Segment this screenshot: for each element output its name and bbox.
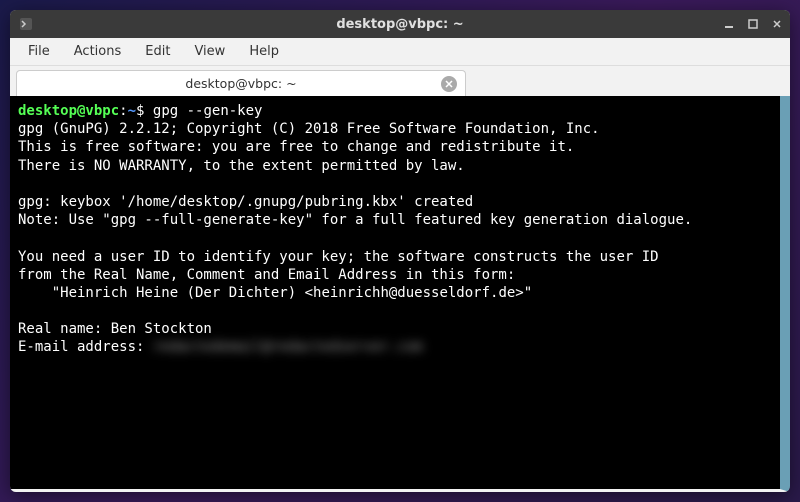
output-line: Note: Use "gpg --full-generate-key" for … bbox=[18, 212, 692, 228]
realname-value: Ben Stockton bbox=[111, 321, 212, 337]
output-line: "Heinrich Heine (Der Dichter) <heinrichh… bbox=[18, 285, 532, 301]
maximize-button[interactable] bbox=[746, 17, 760, 31]
close-button[interactable] bbox=[770, 17, 784, 31]
tabbar: desktop@vbpc: ~ bbox=[10, 66, 790, 96]
tab-active[interactable]: desktop@vbpc: ~ bbox=[16, 70, 466, 96]
prompt-path: ~ bbox=[128, 103, 136, 119]
minimize-button[interactable] bbox=[722, 17, 736, 31]
menubar: File Actions Edit View Help bbox=[10, 38, 790, 66]
menu-actions[interactable]: Actions bbox=[64, 40, 132, 63]
menu-view[interactable]: View bbox=[184, 40, 235, 63]
tab-close-icon[interactable] bbox=[441, 76, 457, 92]
menu-file[interactable]: File bbox=[18, 40, 60, 63]
menu-help[interactable]: Help bbox=[239, 40, 289, 63]
output-line: There is NO WARRANTY, to the extent perm… bbox=[18, 158, 465, 174]
menu-edit[interactable]: Edit bbox=[135, 40, 180, 63]
terminal-viewport[interactable]: desktop@vbpc:~$ gpg --gen-key gpg (GnuPG… bbox=[10, 96, 790, 492]
realname-label: Real name: bbox=[18, 321, 111, 337]
tab-label: desktop@vbpc: ~ bbox=[27, 76, 455, 91]
output-line: gpg (GnuPG) 2.2.12; Copyright (C) 2018 F… bbox=[18, 121, 600, 137]
command-text: gpg --gen-key bbox=[153, 103, 263, 119]
app-icon bbox=[18, 16, 34, 32]
email-label: E-mail address: bbox=[18, 339, 153, 355]
output-line: gpg: keybox '/home/desktop/.gnupg/pubrin… bbox=[18, 194, 473, 210]
output-line: This is free software: you are free to c… bbox=[18, 139, 574, 155]
prompt-sep: : bbox=[119, 103, 127, 119]
email-value-redacted: redactedemail@redactedserver.com bbox=[153, 339, 423, 355]
prompt-user: desktop@vbpc bbox=[18, 103, 119, 119]
output-line: You need a user ID to identify your key;… bbox=[18, 249, 659, 265]
window-title: desktop@vbpc: ~ bbox=[336, 17, 463, 32]
prompt-dollar: $ bbox=[136, 103, 153, 119]
titlebar[interactable]: desktop@vbpc: ~ bbox=[10, 10, 790, 38]
output-line: from the Real Name, Comment and Email Ad… bbox=[18, 267, 515, 283]
terminal-window: desktop@vbpc: ~ File Actions Edit View H… bbox=[10, 10, 790, 492]
